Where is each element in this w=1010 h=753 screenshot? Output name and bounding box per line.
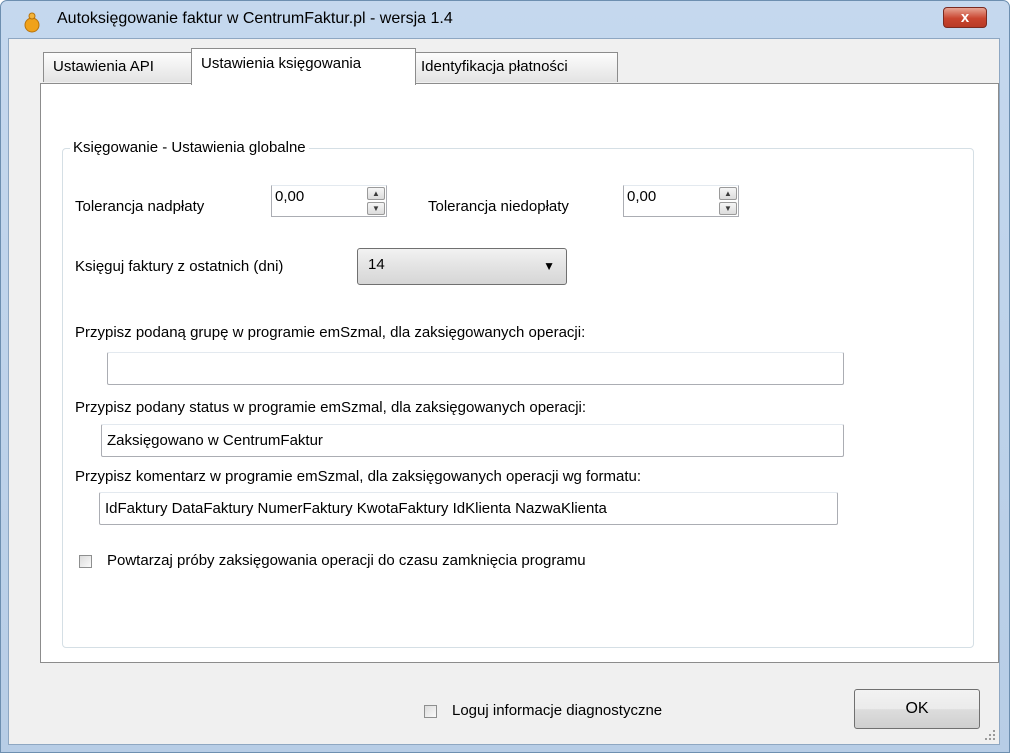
tab-api-settings-label: Ustawienia API [53, 58, 154, 75]
status-assign-label: Przypisz podany status w programie emSzm… [75, 399, 587, 416]
underpay-tolerance-input[interactable]: 0,00 ▲ ▼ [623, 185, 739, 217]
tab-api-settings[interactable]: Ustawienia API [43, 52, 192, 82]
underpay-tolerance-label: Tolerancja niedopłaty [428, 198, 569, 215]
comment-format-input[interactable] [99, 492, 838, 525]
tab-accounting-settings-label: Ustawienia księgowania [201, 55, 362, 72]
ok-button-label: OK [905, 700, 929, 717]
close-icon: x [960, 9, 970, 26]
underpay-spin-buttons: ▲ ▼ [719, 187, 737, 215]
tab-payment-identification-label: Identyfikacja płatności [421, 58, 568, 75]
group-assign-label: Przypisz podaną grupę w programie emSzma… [75, 324, 586, 341]
close-button[interactable]: x [943, 7, 987, 28]
days-range-dropdown[interactable]: 14 ▼ [357, 248, 567, 285]
status-assign-input[interactable] [101, 424, 844, 457]
title-bar[interactable]: Autoksięgowanie faktur w CentrumFaktur.p… [1, 1, 1009, 39]
tab-accounting-settings[interactable]: Ustawienia księgowania [191, 48, 416, 85]
retry-checkbox-label[interactable]: Powtarzaj próby zaksięgowania operacji d… [107, 552, 586, 569]
overpay-tolerance-label: Tolerancja nadpłaty [75, 198, 205, 215]
ok-button[interactable]: OK [854, 689, 980, 729]
overpay-tolerance-input[interactable]: 0,00 ▲ ▼ [271, 185, 387, 217]
money-bag-icon [24, 12, 40, 33]
spin-up-icon[interactable]: ▲ [719, 187, 737, 200]
overpay-spin-buttons: ▲ ▼ [367, 187, 385, 215]
spin-up-icon[interactable]: ▲ [367, 187, 385, 200]
log-diagnostics-checkbox[interactable] [424, 705, 437, 718]
comment-format-label: Przypisz komentarz w programie emSzmal, … [75, 468, 642, 485]
spin-down-icon[interactable]: ▼ [367, 202, 385, 215]
group-title: Księgowanie - Ustawienia globalne [70, 139, 309, 156]
window-title: Autoksięgowanie faktur w CentrumFaktur.p… [57, 10, 453, 27]
days-range-value: 14 [368, 256, 385, 273]
global-settings-group [62, 148, 974, 648]
overpay-tolerance-value: 0,00 [275, 188, 305, 205]
retry-checkbox[interactable] [79, 555, 92, 568]
log-diagnostics-label[interactable]: Loguj informacje diagnostyczne [452, 702, 662, 719]
chevron-down-icon: ▼ [543, 259, 555, 273]
underpay-tolerance-value: 0,00 [627, 188, 657, 205]
days-range-label: Księguj faktury z ostatnich (dni) [75, 258, 284, 275]
group-assign-input[interactable] [107, 352, 844, 385]
tab-payment-identification[interactable]: Identyfikacja płatności [415, 52, 618, 82]
spin-down-icon[interactable]: ▼ [719, 202, 737, 215]
resize-grip-icon[interactable] [984, 729, 996, 741]
